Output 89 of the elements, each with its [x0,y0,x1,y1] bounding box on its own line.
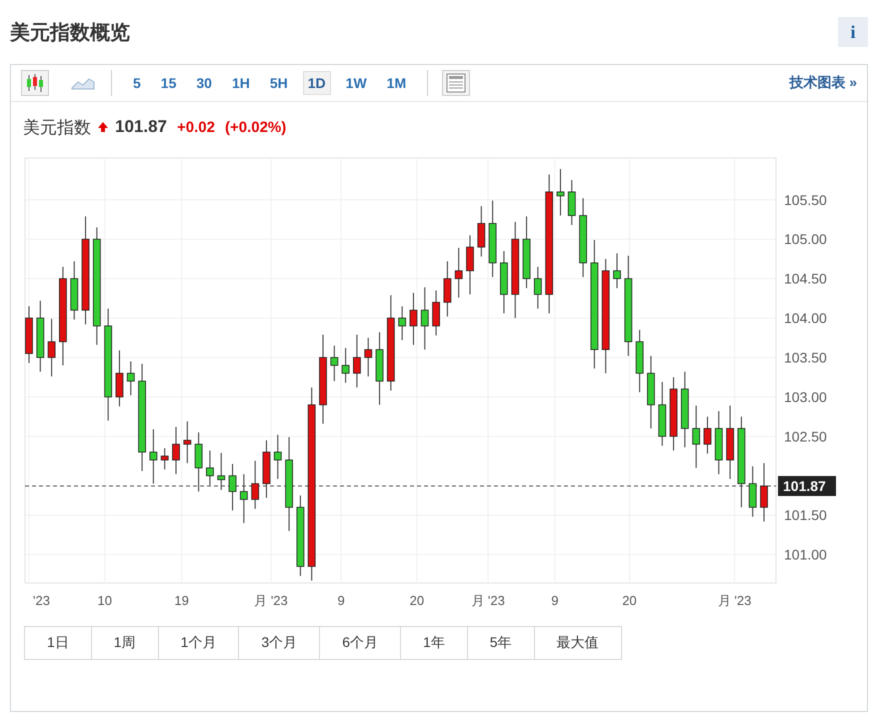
index-price: 101.87 [115,117,167,137]
area-chart-icon[interactable] [71,76,95,90]
x-axis-label: 9 [551,593,558,608]
candle [692,405,700,468]
candle [262,440,270,498]
candle [748,466,757,518]
x-axis-label: '23 [33,593,50,608]
range-button[interactable]: 1年 [400,626,468,660]
candle [194,432,203,492]
y-axis-label: 105.50 [784,192,827,208]
interval-tab[interactable]: 1M [382,71,412,95]
interval-tab[interactable]: 5H [264,71,293,95]
index-name: 美元指数 [23,116,91,138]
candle [126,360,135,396]
range-button[interactable]: 最大值 [534,626,622,660]
technical-chart-link[interactable]: 技术图表 » [789,74,857,92]
x-axis-label: 20 [622,593,637,608]
price-tag: 101.87 [778,476,836,496]
candle [466,234,474,295]
interval-tab[interactable]: 1H [226,71,255,95]
x-axis-label: 月 '23 [718,593,752,608]
candle [240,474,248,524]
candle [183,420,192,464]
candle [364,337,372,377]
up-arrow-icon [97,121,109,133]
y-axis-label: 101.50 [784,507,827,524]
ref-line-label: 101.87 [783,478,826,494]
candle [432,290,440,336]
candle [658,381,666,446]
price-change-percent: (+0.02%) [224,118,286,136]
x-axis-label: 9 [337,593,345,608]
candle [398,306,406,341]
candle [500,250,508,314]
candle [116,350,124,407]
table-icon[interactable] [442,70,470,96]
y-axis-label: 103.50 [784,350,827,366]
candle [714,410,723,475]
x-axis-label: 20 [410,593,424,608]
y-axis-label: 104.00 [784,310,827,326]
candle [217,452,226,490]
y-axis-label: 102.50 [784,428,827,444]
candle [274,434,282,480]
range-button[interactable]: 3个月 [238,626,320,660]
candle [704,416,712,454]
page-title: 美元指数概览 [10,20,130,46]
candle [454,247,463,298]
y-axis-label: 101.00 [784,546,827,563]
candle [251,460,260,510]
y-axis-label: 105.00 [784,231,827,248]
candle [477,206,486,258]
candle [342,348,350,384]
candle [443,260,452,317]
candle [330,345,338,382]
candle [420,286,429,350]
range-button[interactable]: 6个月 [319,626,401,660]
range-button[interactable]: 1周 [90,626,159,660]
range-button[interactable]: 1日 [24,626,92,660]
candle [613,252,621,289]
candle [556,168,564,216]
candle [410,292,418,346]
candle [228,463,236,511]
x-axis-label: 月 '23 [471,593,505,608]
candle [149,428,158,484]
price-change: +0.02 [177,118,215,136]
y-axis-label: 104.50 [784,270,827,287]
range-button[interactable]: 5年 [466,626,535,660]
candle [636,329,644,393]
candlestick-chart-button[interactable] [21,70,49,96]
candle [48,318,56,377]
info-button[interactable]: i [838,17,868,47]
candle [160,448,169,470]
x-axis-label: 月 '23 [254,593,288,608]
candle [534,266,542,310]
range-button[interactable]: 1个月 [158,626,240,660]
x-axis-label: 19 [174,593,189,608]
candle [25,306,33,364]
interval-tab[interactable]: 15 [156,71,182,95]
y-axis-label: 103.00 [784,388,827,405]
interval-tab[interactable]: 30 [191,71,217,95]
interval-tab[interactable]: 1W [340,71,372,95]
candle [353,334,361,388]
x-axis-label: 10 [98,593,112,608]
candle [568,180,576,226]
interval-tab[interactable]: 5 [128,71,146,95]
candle [70,260,78,320]
candle [206,450,214,486]
interval-tab[interactable]: 1D [302,71,331,95]
candle [172,426,180,475]
candle [760,462,768,522]
